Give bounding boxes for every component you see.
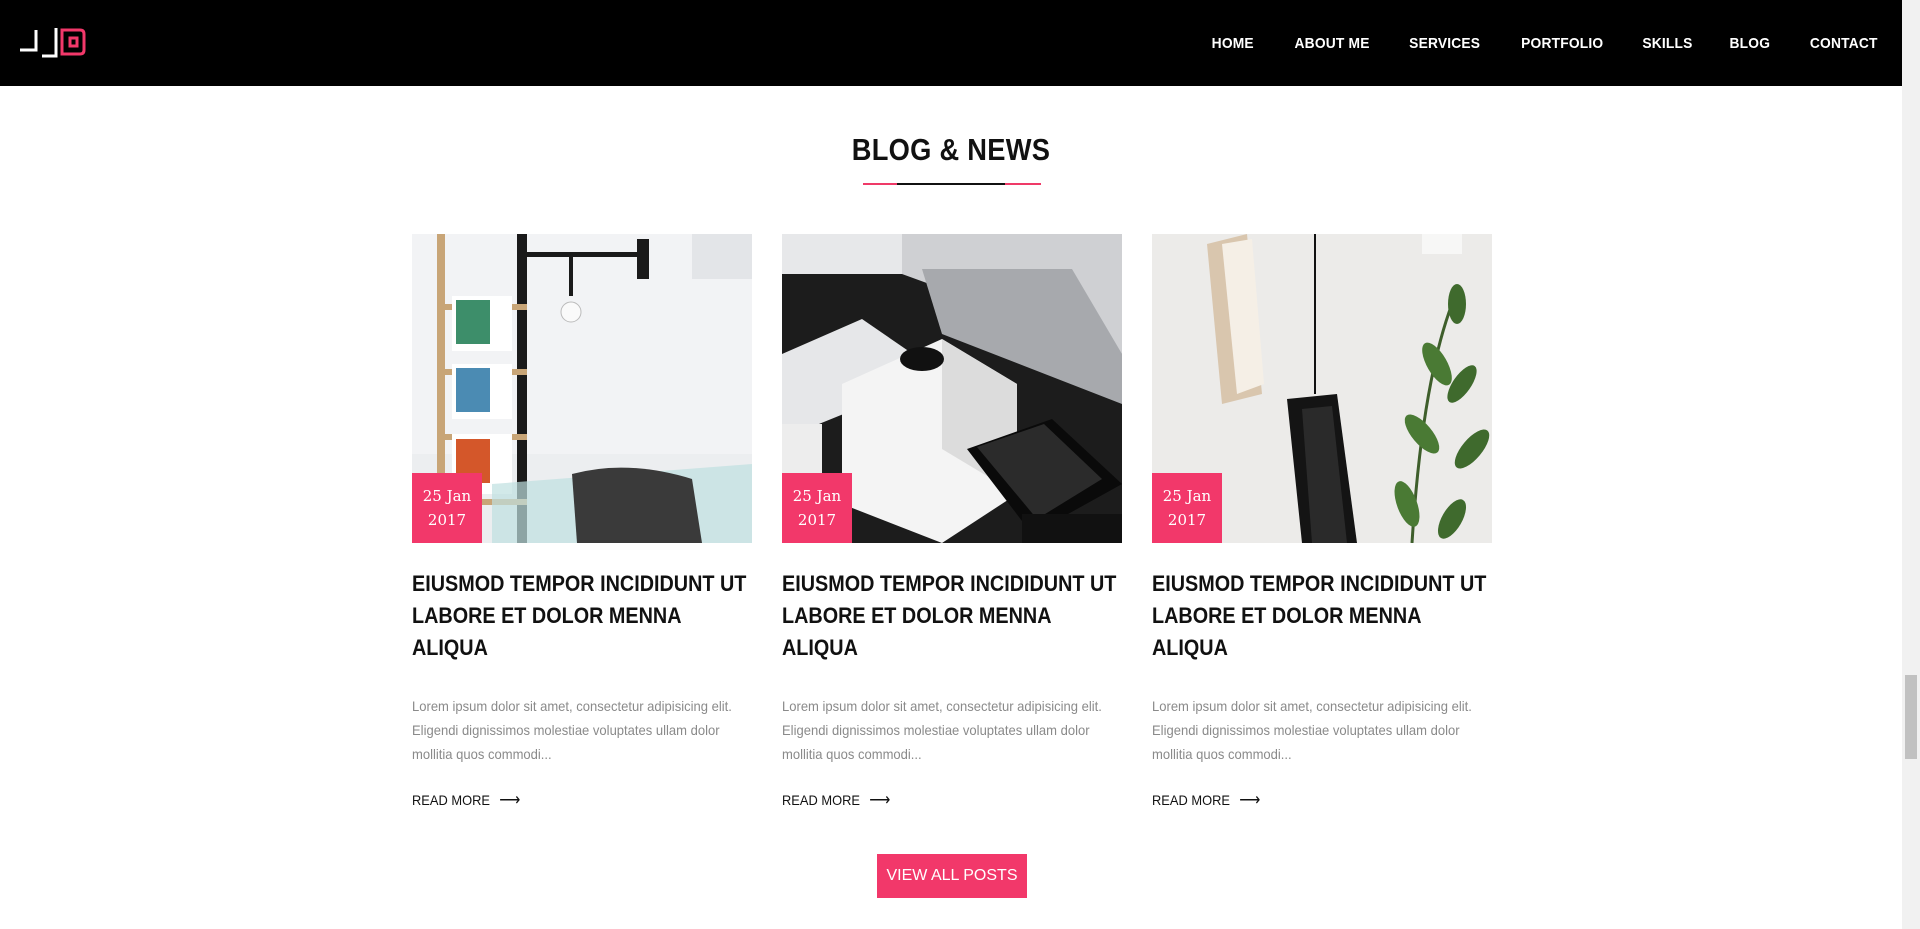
- scrollbar-thumb[interactable]: [1905, 675, 1917, 759]
- nav-home[interactable]: HOME: [1211, 35, 1253, 52]
- read-more-label: READ MORE: [1152, 792, 1231, 808]
- blog-card: 25 Jan 2017 EIUSMOD TEMPOR INCIDIDUNT UT…: [1152, 234, 1492, 810]
- post-image[interactable]: 25 Jan 2017: [1152, 234, 1492, 543]
- nav-services[interactable]: SERVICES: [1409, 35, 1480, 52]
- nav-about-me[interactable]: ABOUT ME: [1294, 35, 1369, 52]
- post-date-badge: 25 Jan 2017: [1152, 473, 1222, 543]
- post-image[interactable]: 25 Jan 2017: [782, 234, 1122, 543]
- blog-card: 25 Jan 2017 EIUSMOD TEMPOR INCIDIDUNT UT…: [782, 234, 1122, 810]
- post-date-badge: 25 Jan 2017: [412, 473, 482, 543]
- nav-contact[interactable]: CONTACT: [1810, 35, 1878, 52]
- post-title[interactable]: EIUSMOD TEMPOR INCIDIDUNT UT LABORE ET D…: [412, 568, 754, 664]
- post-date-badge: 25 Jan 2017: [782, 473, 852, 543]
- jd-logo-icon[interactable]: [20, 26, 86, 58]
- nav-blog[interactable]: BLOG: [1730, 35, 1771, 52]
- main-nav: HOME ABOUT ME SERVICES PORTFOLIO SKILLS …: [1174, 0, 1878, 86]
- post-date-year: 2017: [427, 511, 467, 529]
- post-excerpt: Lorem ipsum dolor sit amet, consectetur …: [1152, 698, 1472, 762]
- post-date-year: 2017: [797, 511, 837, 529]
- blog-card: 25 Jan 2017 EIUSMOD TEMPOR INCIDIDUNT UT…: [412, 234, 752, 810]
- post-excerpt: Lorem ipsum dolor sit amet, consectetur …: [412, 698, 732, 762]
- read-more-label: READ MORE: [412, 792, 491, 808]
- post-date-day: 25 Jan: [1162, 487, 1212, 505]
- nav-portfolio[interactable]: PORTFOLIO: [1522, 35, 1604, 52]
- right-arrow-icon: ⟶: [499, 792, 521, 809]
- read-more-label: READ MORE: [782, 792, 861, 808]
- post-title[interactable]: EIUSMOD TEMPOR INCIDIDUNT UT LABORE ET D…: [782, 568, 1124, 664]
- site-header: HOME ABOUT ME SERVICES PORTFOLIO SKILLS …: [0, 0, 1902, 86]
- right-arrow-icon: ⟶: [869, 792, 891, 809]
- post-excerpt: Lorem ipsum dolor sit amet, consectetur …: [782, 698, 1102, 762]
- title-underline-accent: [897, 183, 1005, 185]
- section-title: BLOG & NEWS: [851, 132, 1051, 167]
- read-more-link[interactable]: READ MORE ⟶: [412, 790, 725, 810]
- read-more-link[interactable]: READ MORE ⟶: [782, 790, 1095, 810]
- post-date-year: 2017: [1167, 511, 1207, 529]
- post-date-day: 25 Jan: [422, 487, 472, 505]
- page-scrollbar[interactable]: [1902, 0, 1920, 929]
- right-arrow-icon: ⟶: [1239, 792, 1261, 809]
- view-all-posts-button[interactable]: VIEW ALL POSTS: [877, 854, 1027, 898]
- post-date-day: 25 Jan: [792, 487, 842, 505]
- post-title[interactable]: EIUSMOD TEMPOR INCIDIDUNT UT LABORE ET D…: [1152, 568, 1494, 664]
- post-image[interactable]: 25 Jan 2017: [412, 234, 752, 543]
- nav-skills[interactable]: SKILLS: [1642, 35, 1692, 52]
- read-more-link[interactable]: READ MORE ⟶: [1152, 790, 1465, 810]
